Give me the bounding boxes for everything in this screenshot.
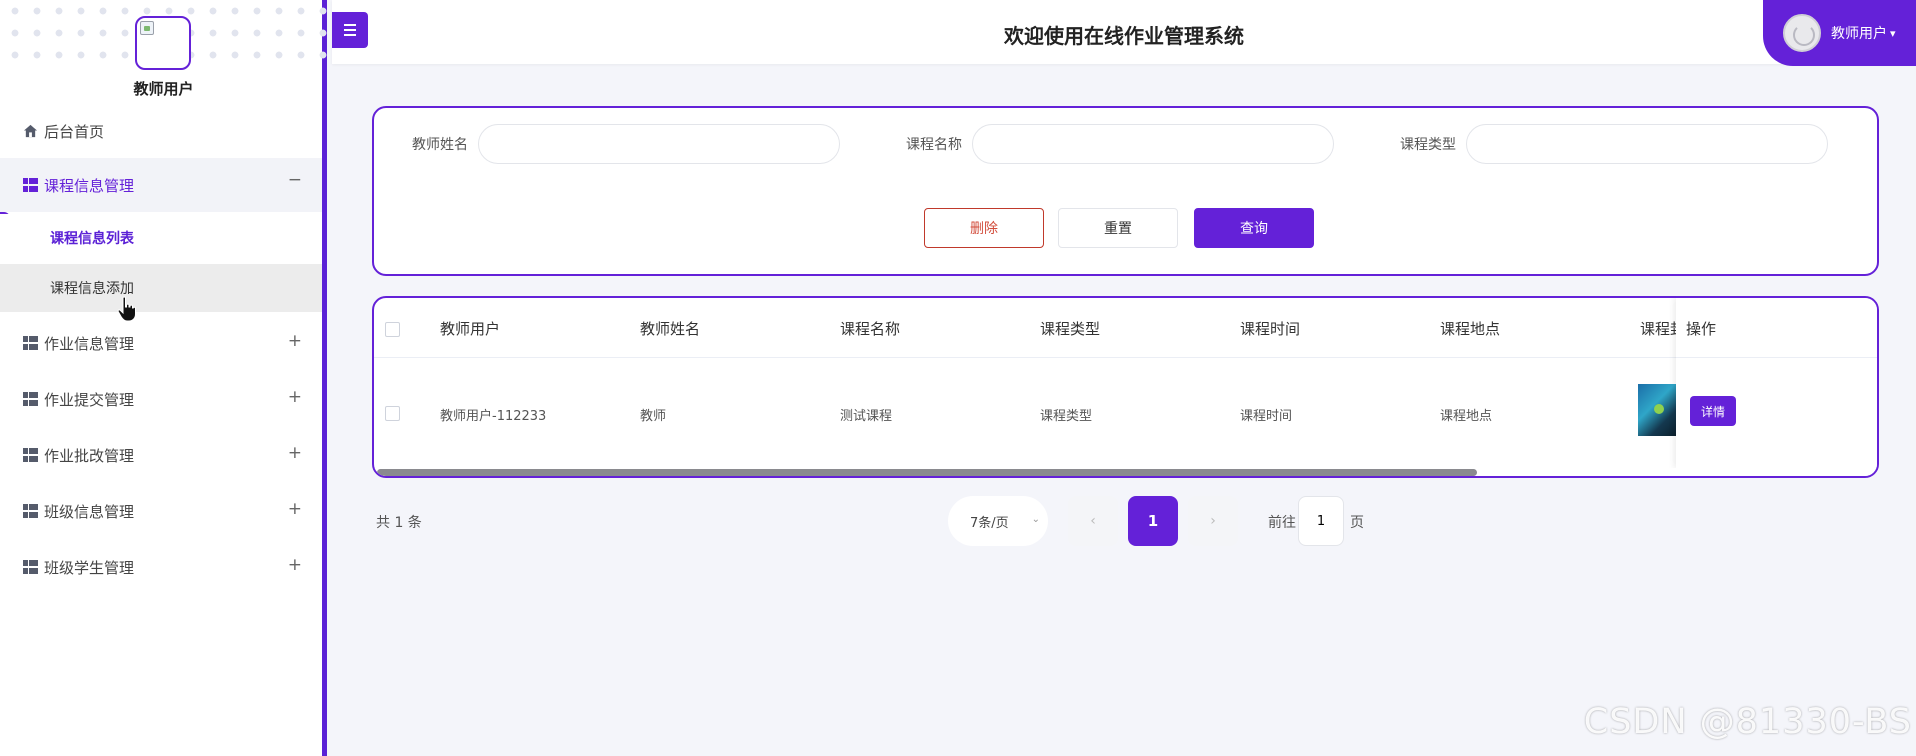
teacher-name-label: 教师姓名	[412, 137, 468, 153]
grid-icon	[22, 447, 38, 463]
sidebar-subitem-course-add[interactable]: 课程信息添加	[0, 264, 322, 312]
cell-course-time: 课程时间	[1240, 409, 1293, 424]
page-size-value: 7条/页	[970, 515, 1009, 531]
prev-page-button[interactable]: ‹	[1068, 496, 1118, 546]
sidebar-item-course-info[interactable]: 课程信息管理 −	[0, 158, 322, 212]
sidebar: 教师用户 后台首页 课程信息管理 − 课程信息列表 课程信息添加 作业信息管理 …	[0, 0, 327, 756]
sidebar-subitem-course-list[interactable]: 课程信息列表	[0, 214, 322, 262]
col-header-course-type[interactable]: 课程类型	[1040, 318, 1100, 339]
cell-teacher-name: 教师	[640, 409, 667, 424]
cell-teacher-user: 教师用户-112233	[440, 409, 547, 424]
expand-icon[interactable]: +	[288, 499, 302, 519]
sidebar-item-label: 作业批改管理	[44, 446, 135, 465]
broken-image-icon	[140, 21, 154, 35]
data-table: 教师用户 教师姓名 课程名称 课程类型 课程时间 课程地点 课程封 教师用户-1…	[372, 296, 1879, 478]
cell-course-type: 课程类型	[1040, 409, 1093, 424]
current-page-button[interactable]: 1	[1128, 496, 1178, 546]
delete-button[interactable]: 删除	[924, 208, 1044, 248]
horizontal-scrollbar[interactable]	[374, 468, 1877, 476]
total-count: 共 1 条	[376, 515, 422, 531]
col-header-course-name[interactable]: 课程名称	[840, 318, 900, 339]
chevron-down-icon: ⌄	[1031, 514, 1040, 525]
sidebar-item-home[interactable]: 后台首页	[0, 107, 322, 155]
course-name-label: 课程名称	[906, 137, 962, 153]
sidebar-item-label: 班级信息管理	[44, 502, 135, 521]
grid-icon	[22, 559, 38, 575]
reset-button[interactable]: 重置	[1058, 208, 1178, 248]
course-type-input[interactable]	[1466, 124, 1828, 164]
sidebar-item-label: 作业提交管理	[44, 390, 135, 409]
col-header-teacher-name[interactable]: 教师姓名	[640, 318, 700, 339]
grid-icon	[22, 503, 38, 519]
sidebar-item-class-students[interactable]: 班级学生管理 +	[0, 543, 322, 591]
chevron-left-icon: ‹	[1090, 513, 1096, 529]
grid-icon	[22, 391, 38, 407]
course-name-field: 课程名称	[906, 124, 1334, 164]
teacher-name-input[interactable]	[478, 124, 840, 164]
chevron-right-icon: ›	[1210, 513, 1216, 529]
goto-prefix: 前往	[1268, 515, 1296, 531]
course-cover-thumbnail[interactable]	[1638, 384, 1678, 436]
grid-icon	[22, 335, 38, 351]
top-header: 欢迎使用在线作业管理系统 教师用户 ▾	[332, 0, 1916, 66]
sidebar-item-class-info[interactable]: 班级信息管理 +	[0, 487, 322, 535]
expand-icon[interactable]: +	[288, 331, 302, 351]
row-checkbox[interactable]	[385, 406, 400, 421]
sidebar-item-label: 课程信息管理	[44, 176, 135, 195]
next-page-button[interactable]: ›	[1188, 496, 1238, 546]
actions-header: 操作	[1676, 298, 1877, 358]
sidebar-item-homework-submit[interactable]: 作业提交管理 +	[0, 375, 322, 423]
course-name-input[interactable]	[972, 124, 1334, 164]
search-panel: 教师姓名 课程名称 课程类型 删除 重置 查询	[372, 106, 1879, 276]
avatar[interactable]	[135, 16, 191, 70]
sidebar-item-label: 后台首页	[44, 122, 105, 141]
sidebar-item-homework-info[interactable]: 作业信息管理 +	[0, 319, 322, 367]
user-menu[interactable]: 教师用户 ▾	[1763, 0, 1916, 66]
course-type-label: 课程类型	[1400, 137, 1456, 153]
sidebar-subitem-label: 课程信息列表	[50, 231, 134, 247]
page-title: 欢迎使用在线作业管理系统	[1004, 24, 1244, 48]
goto-suffix: 页	[1350, 515, 1364, 531]
home-icon	[22, 123, 38, 139]
expand-icon[interactable]: +	[288, 443, 302, 463]
grid-icon	[22, 177, 38, 193]
select-all-checkbox[interactable]	[385, 322, 400, 337]
page-size-select[interactable]: 7条/页 ⌄	[948, 496, 1048, 546]
expand-icon[interactable]: +	[288, 555, 302, 575]
table-header: 教师用户 教师姓名 课程名称 课程类型 课程时间 课程地点 课程封	[374, 298, 1877, 358]
actions-column: 操作 详情	[1676, 298, 1877, 468]
col-header-actions: 操作	[1686, 320, 1717, 338]
sidebar-username: 教师用户	[133, 80, 194, 98]
expand-icon[interactable]: +	[288, 387, 302, 407]
teacher-name-field: 教师姓名	[412, 124, 840, 164]
col-header-course-location[interactable]: 课程地点	[1440, 318, 1500, 339]
chevron-down-icon: ▾	[1890, 26, 1896, 40]
sidebar-item-homework-grading[interactable]: 作业批改管理 +	[0, 431, 322, 479]
sidebar-item-label: 作业信息管理	[44, 334, 135, 353]
detail-button[interactable]: 详情	[1690, 396, 1736, 426]
col-header-teacher-user[interactable]: 教师用户	[440, 318, 500, 339]
user-name: 教师用户	[1831, 26, 1887, 42]
cell-course-name: 测试课程	[840, 409, 893, 424]
scrollbar-thumb[interactable]	[377, 469, 1477, 476]
col-header-course-time[interactable]: 课程时间	[1240, 318, 1300, 339]
collapse-icon[interactable]: −	[288, 170, 302, 190]
course-type-field: 课程类型	[1400, 124, 1828, 164]
user-avatar	[1783, 14, 1821, 52]
watermark: CSDN @81330-BS	[1583, 702, 1912, 742]
sidebar-subitem-label: 课程信息添加	[50, 281, 134, 297]
query-button[interactable]: 查询	[1194, 208, 1314, 248]
goto-page-input[interactable]	[1298, 496, 1344, 546]
sidebar-item-label: 班级学生管理	[44, 558, 135, 577]
cell-course-location: 课程地点	[1440, 409, 1493, 424]
